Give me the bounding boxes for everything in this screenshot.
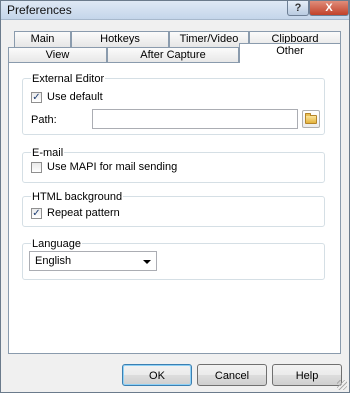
external-editor-label: External Editor [31,73,106,85]
help-button[interactable]: Help [272,364,342,386]
email-label: E-mail [31,147,65,159]
use-default-checkbox[interactable]: ✓ [31,92,42,103]
cancel-button[interactable]: Cancel [197,364,267,386]
repeat-pattern-label: Repeat pattern [47,207,120,219]
preferences-dialog: Preferences ? X Main Hotkeys Timer/Video… [0,0,350,393]
language-selected: English [35,255,72,267]
ok-button[interactable]: OK [122,364,192,386]
help-title-button[interactable]: ? [287,1,309,16]
tab-after-capture[interactable]: After Capture [107,47,239,63]
repeat-pattern-checkbox[interactable]: ✓ [31,208,42,219]
window-title: Preferences [7,3,72,17]
check-icon: ✓ [32,92,41,103]
browse-folder-button[interactable] [302,110,320,128]
html-background-label: HTML background [31,191,124,203]
tab-other[interactable]: Other [239,43,341,63]
title-bar: Preferences ? X [1,1,349,20]
mapi-label: Use MAPI for mail sending [47,161,178,173]
tab-hotkeys[interactable]: Hotkeys [71,31,169,47]
tab-timer-video[interactable]: Timer/Video [169,31,249,47]
close-button[interactable]: X [309,1,349,16]
path-input[interactable] [92,109,298,129]
tab-view[interactable]: View [8,47,107,63]
tab-main[interactable]: Main [14,31,71,47]
language-label: Language [31,238,82,250]
resize-grip[interactable] [337,380,347,390]
path-label: Path: [31,114,57,126]
check-icon: ✓ [32,208,41,219]
dropdown-arrow-icon [143,260,151,264]
use-default-label: Use default [47,91,103,103]
mapi-checkbox[interactable] [31,162,42,173]
language-select[interactable]: English [29,251,157,271]
tab-panel-other: External Editor ✓ Use default Path: E-ma… [8,62,341,354]
folder-icon [305,113,317,124]
